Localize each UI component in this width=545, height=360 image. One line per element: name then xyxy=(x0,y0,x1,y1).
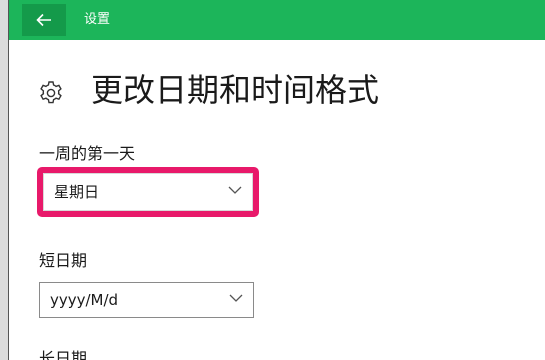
chevron-down-icon xyxy=(228,186,242,194)
first-day-dropdown[interactable]: 星期日 xyxy=(43,173,253,211)
settings-window: 设置 更改日期和时间格式 一周的第一天 星期日 短日期 yyyy/M/d 长日期 xyxy=(0,0,545,360)
short-date-label: 短日期 xyxy=(39,251,88,270)
title-bar: 设置 xyxy=(9,0,545,40)
back-button[interactable] xyxy=(22,4,66,36)
short-date-dropdown[interactable]: yyyy/M/d xyxy=(39,282,254,318)
page-title: 更改日期和时间格式 xyxy=(91,71,380,109)
gear-icon xyxy=(40,81,62,104)
first-day-value: 星期日 xyxy=(54,183,100,201)
chevron-down-icon xyxy=(229,294,243,302)
window-frame xyxy=(0,0,8,360)
long-date-label: 长日期 xyxy=(39,349,88,360)
settings-content: 更改日期和时间格式 一周的第一天 星期日 短日期 yyyy/M/d 长日期 xyxy=(9,40,545,360)
back-arrow-icon xyxy=(36,13,51,27)
short-date-value: yyyy/M/d xyxy=(50,291,119,309)
first-day-label: 一周的第一天 xyxy=(39,144,136,163)
window-title: 设置 xyxy=(84,12,111,27)
